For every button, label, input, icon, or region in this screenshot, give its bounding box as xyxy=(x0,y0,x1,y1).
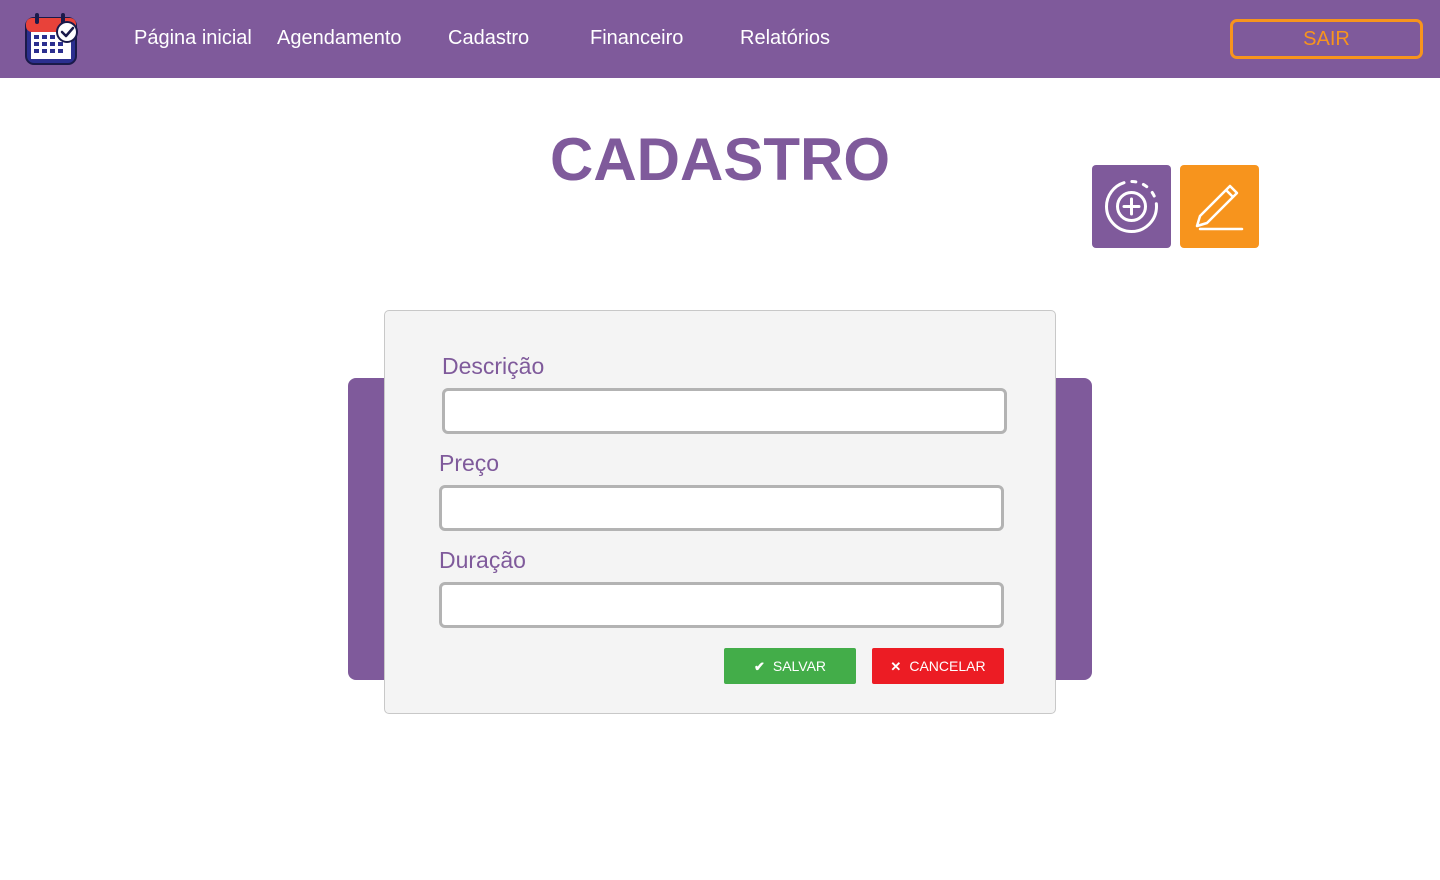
check-icon: ✔ xyxy=(753,658,765,674)
calendar-check-icon[interactable] xyxy=(22,10,80,68)
logout-button[interactable]: SAIR xyxy=(1230,19,1423,59)
edit-button[interactable] xyxy=(1180,165,1259,248)
pencil-icon xyxy=(1195,184,1244,231)
page-title: CADASTRO xyxy=(550,126,890,193)
preco-label: Preço xyxy=(439,450,500,476)
save-button[interactable]: ✔ SALVAR xyxy=(724,648,856,684)
descricao-input[interactable] xyxy=(442,388,1007,434)
plus-circle-icon xyxy=(1105,180,1158,233)
descricao-label: Descrição xyxy=(442,353,545,379)
nav-agendamento[interactable]: Agendamento xyxy=(277,24,402,52)
nav-relatorios[interactable]: Relatórios xyxy=(740,24,830,52)
save-button-label: SALVAR xyxy=(772,658,827,674)
duracao-input[interactable] xyxy=(439,582,1004,628)
add-button[interactable] xyxy=(1092,165,1171,248)
top-navbar: Página inicial Agendamento Cadastro Fina… xyxy=(0,0,1440,78)
nav-pagina-inicial[interactable]: Página inicial xyxy=(134,24,252,52)
cancel-button-label: CANCELAR xyxy=(909,658,986,674)
close-icon: ✕ xyxy=(890,658,902,674)
duracao-label: Duração xyxy=(439,547,526,573)
nav-cadastro[interactable]: Cadastro xyxy=(448,24,529,52)
preco-input[interactable] xyxy=(439,485,1004,531)
nav-financeiro[interactable]: Financeiro xyxy=(590,24,683,52)
cancel-button[interactable]: ✕ CANCELAR xyxy=(872,648,1004,684)
